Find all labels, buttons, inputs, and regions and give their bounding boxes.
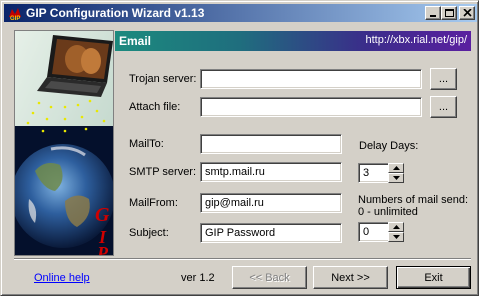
- title-bar[interactable]: GIP GIP Configuration Wizard v1.13: [4, 4, 477, 22]
- trojan-server-input[interactable]: [200, 69, 422, 89]
- homepage-url: http://xbx.rial.net/gip/: [365, 34, 468, 46]
- arrow-down-icon: [393, 176, 400, 180]
- delay-days-spinner[interactable]: 3: [358, 163, 404, 183]
- maximize-icon: [445, 9, 454, 17]
- svg-text:GIP: GIP: [10, 16, 20, 21]
- exit-button[interactable]: Exit: [396, 266, 471, 289]
- back-button[interactable]: << Back: [232, 266, 307, 289]
- attach-file-input[interactable]: [200, 97, 422, 117]
- mail-count-input[interactable]: 0: [358, 222, 390, 242]
- mailto-label: MailTo:: [129, 138, 164, 150]
- gip-logo-g: G: [95, 204, 110, 226]
- close-icon: [463, 9, 472, 17]
- window-title: GIP Configuration Wizard v1.13: [26, 6, 205, 20]
- minimize-button[interactable]: [425, 6, 441, 20]
- mail-count-hint: 0 - unlimited: [358, 206, 418, 218]
- mailfrom-label: MailFrom:: [129, 197, 178, 209]
- mailfrom-input[interactable]: gip@mail.ru: [200, 193, 342, 213]
- arrow-down-icon: [393, 235, 400, 239]
- section-header: Email http://xbx.rial.net/gip/: [115, 31, 471, 51]
- section-title: Email: [119, 34, 152, 48]
- attach-file-label: Attach file:: [129, 101, 181, 113]
- online-help-link[interactable]: Online help: [34, 272, 90, 284]
- earth-laptop-illustration: G I P: [15, 31, 113, 256]
- delay-days-up-button[interactable]: [388, 163, 404, 173]
- maximize-button[interactable]: [441, 6, 457, 20]
- smtp-server-input[interactable]: smtp.mail.ru: [200, 162, 342, 182]
- smtp-server-label: SMTP server:: [129, 166, 197, 178]
- version-label: ver 1.2: [181, 272, 215, 284]
- mailto-input[interactable]: [200, 134, 342, 154]
- trojan-server-label: Trojan server:: [129, 73, 197, 85]
- gip-logo-p: P: [96, 243, 109, 256]
- attach-file-browse-button[interactable]: ...: [430, 96, 457, 118]
- delay-days-input[interactable]: 3: [358, 163, 390, 183]
- subject-input[interactable]: GIP Password: [200, 223, 342, 243]
- mail-count-up-button[interactable]: [388, 222, 404, 232]
- app-icon: GIP: [9, 8, 21, 21]
- side-banner-image: G I P: [14, 30, 114, 256]
- arrow-up-icon: [393, 225, 400, 229]
- next-button[interactable]: Next >>: [313, 266, 388, 289]
- subject-label: Subject:: [129, 227, 169, 239]
- minimize-icon: [430, 15, 436, 17]
- close-button[interactable]: [459, 6, 475, 20]
- footer-divider: [14, 258, 471, 260]
- delay-days-label: Delay Days:: [359, 140, 419, 152]
- wizard-window: GIP GIP Configuration Wizard v1.13 G I P…: [0, 0, 479, 296]
- delay-days-down-button[interactable]: [388, 173, 404, 183]
- mail-count-down-button[interactable]: [388, 232, 404, 242]
- trojan-server-browse-button[interactable]: ...: [430, 68, 457, 90]
- mail-count-spinner[interactable]: 0: [358, 222, 404, 242]
- arrow-up-icon: [393, 166, 400, 170]
- mail-count-label: Numbers of mail send:: [358, 194, 469, 206]
